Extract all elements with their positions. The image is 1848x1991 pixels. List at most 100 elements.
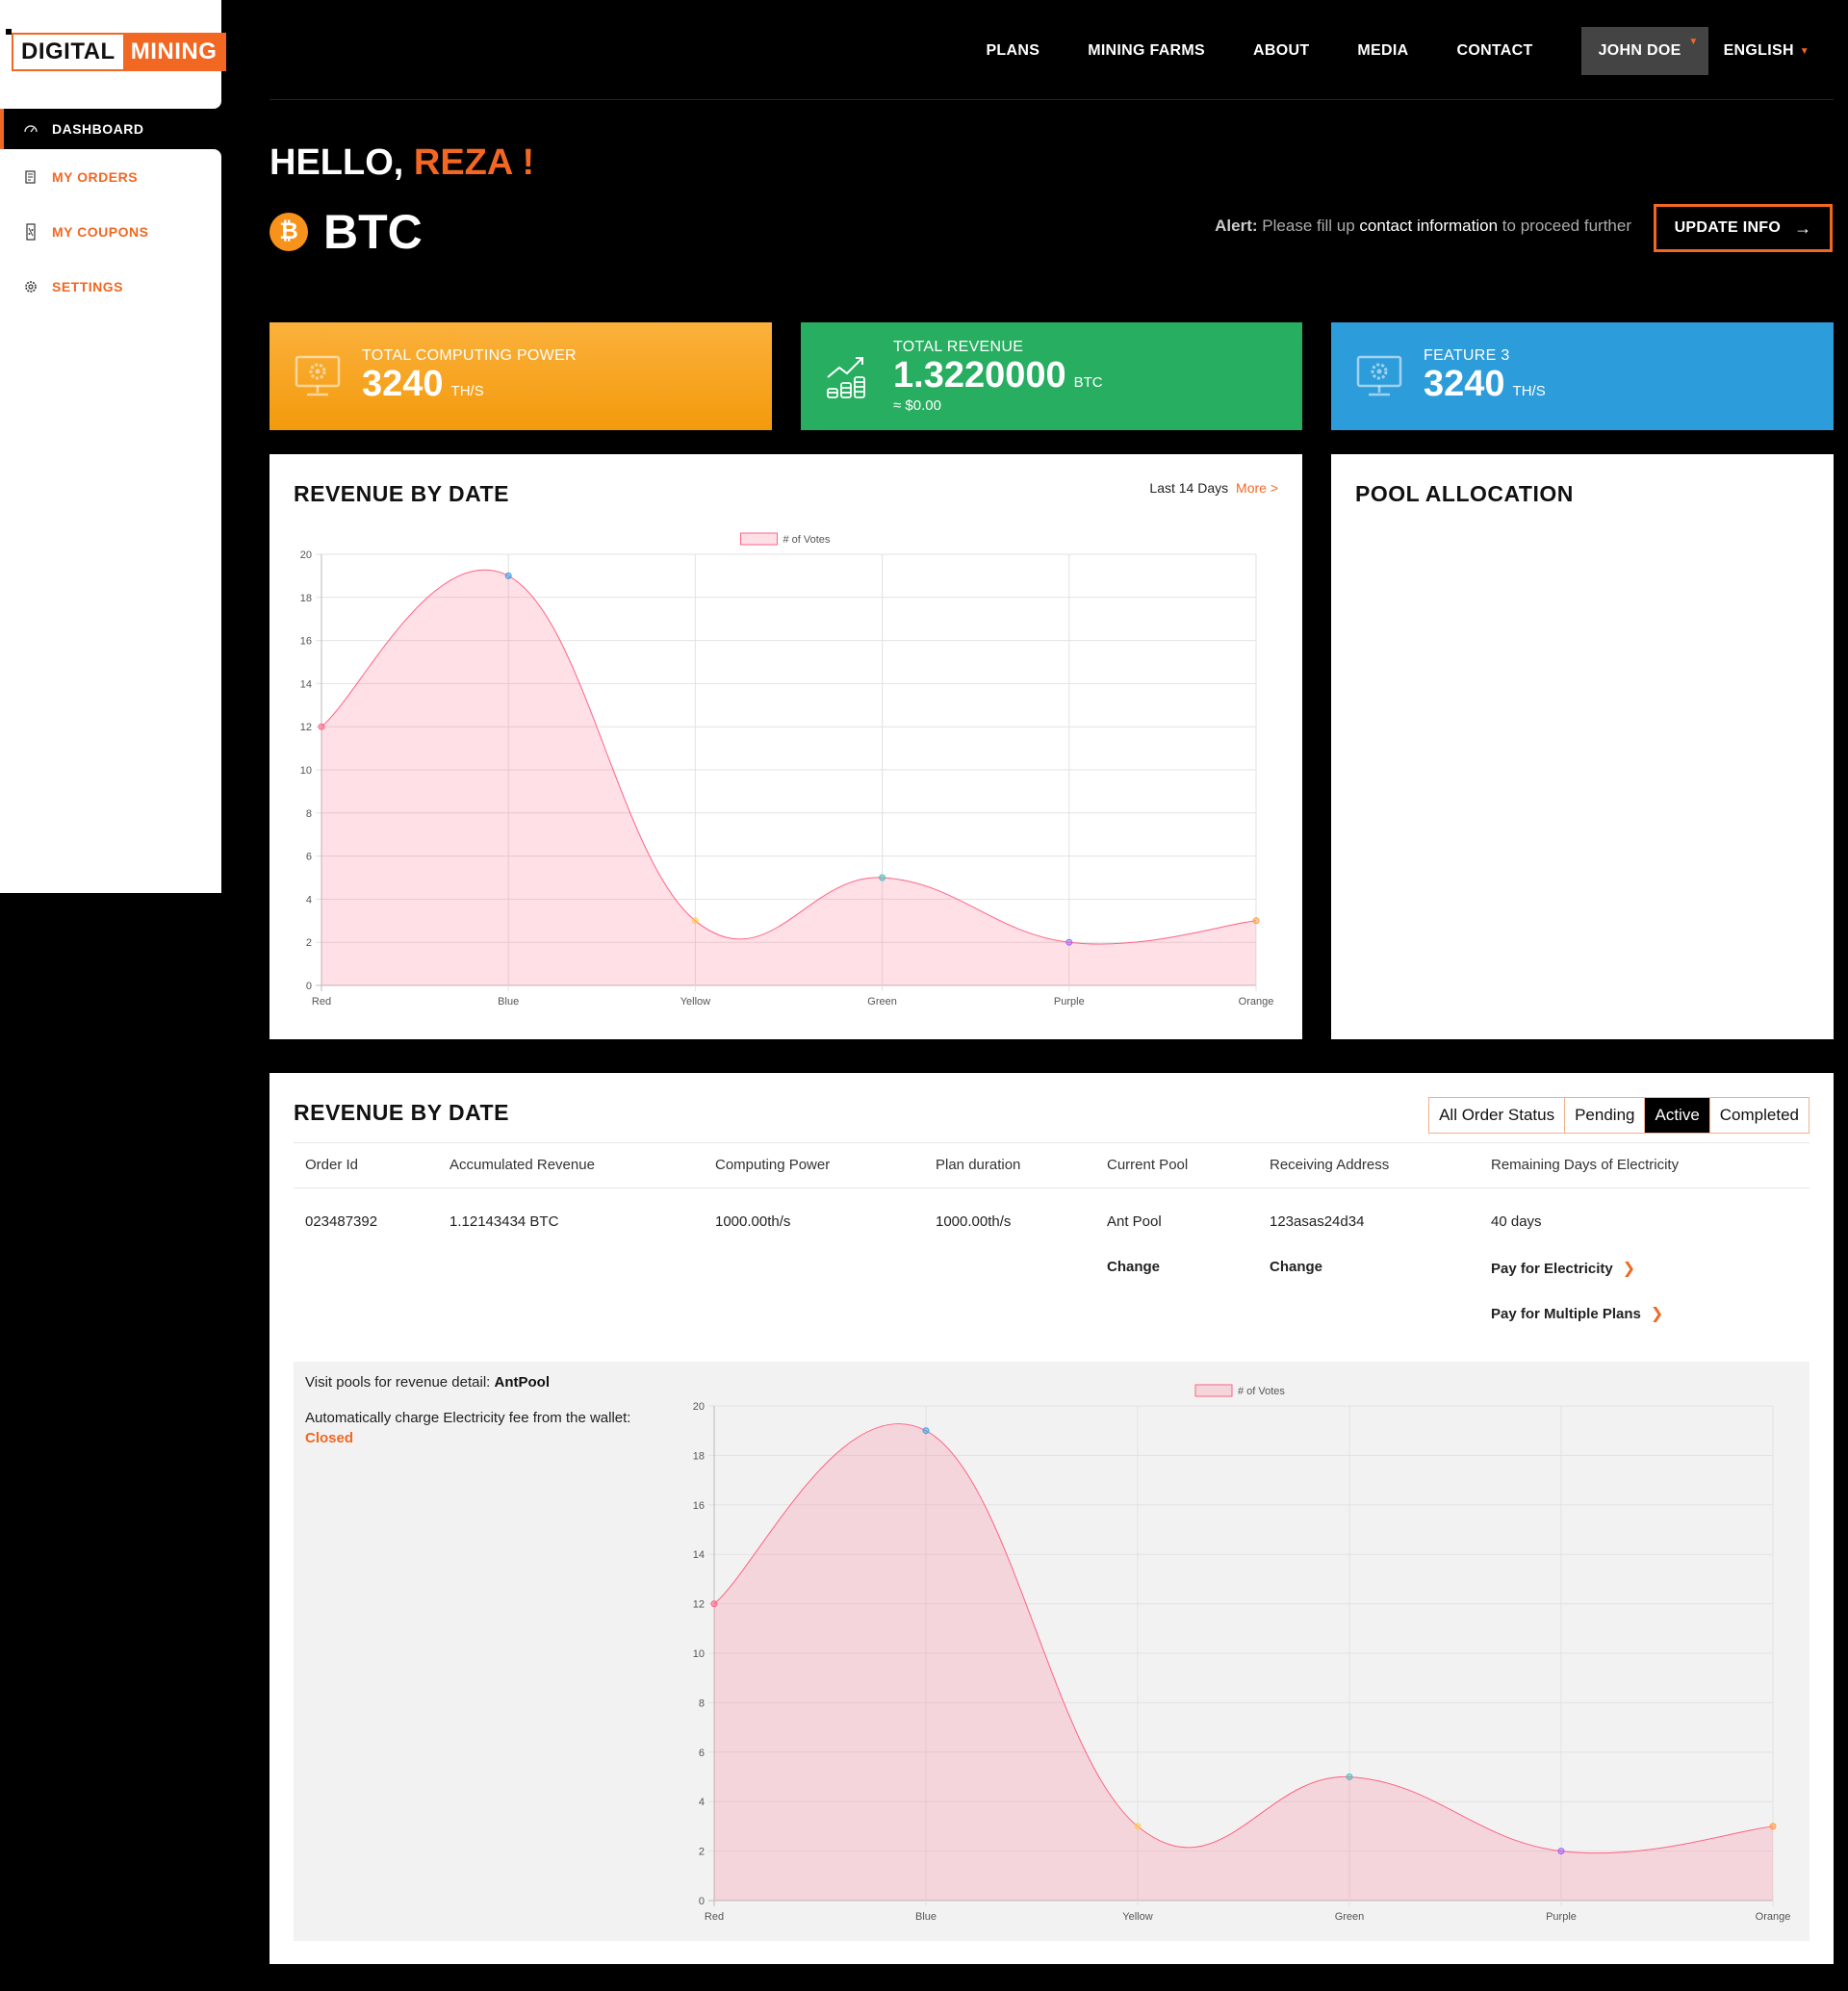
card-value-number: 3240 (1424, 364, 1505, 405)
chart-area: 0 2 4 6 8 10 12 14 16 18 20 Red Blue Yellow Green Purpl… (693, 1384, 1791, 1923)
alert-label: Alert: (1215, 217, 1258, 235)
data-point (691, 917, 699, 925)
y-tick-label: 16 (300, 636, 312, 648)
alert-text-2: to proceed further (1502, 217, 1631, 235)
series-area (321, 570, 1256, 985)
sidebar-item-label: SETTINGS (52, 278, 124, 294)
card-unit: TH/S (1512, 383, 1546, 400)
column-header: Receiving Address (1270, 1157, 1390, 1173)
nav-contact[interactable]: CONTACT (1456, 42, 1532, 60)
y-tick-label: 4 (306, 894, 312, 906)
card-unit: BTC (1073, 373, 1103, 391)
logo-part-1: DIGITAL (13, 35, 123, 69)
nav-mining-farms[interactable]: MINING FARMS (1088, 42, 1205, 60)
series-area (714, 1423, 1773, 1901)
legend-swatch (1194, 1384, 1233, 1397)
caret-down-icon: ▼ (1799, 45, 1810, 57)
sidebar-item-label: MY COUPONS (52, 223, 149, 240)
table-header: Order Id Accumulated Revenue Computing P… (294, 1142, 1810, 1188)
panel-title: POOL ALLOCATION (1355, 481, 1574, 506)
nav-about[interactable]: ABOUT (1253, 42, 1309, 60)
tab-all-order-status[interactable]: All Order Status (1429, 1098, 1566, 1133)
tab-pending[interactable]: Pending (1565, 1098, 1646, 1133)
coin-selector: ₿ BTC (270, 204, 423, 260)
order-detail: Visit pools for revenue detail: AntPool … (294, 1362, 1810, 1941)
logo-part-2: MINING (122, 35, 225, 69)
coin-name: BTC (323, 205, 423, 259)
tab-completed[interactable]: Completed (1710, 1098, 1809, 1133)
bitcoin-icon: ₿ (270, 213, 308, 251)
card-value: 1.3220000 BTC (893, 354, 1103, 396)
legend-label: # of Votes (1238, 1386, 1285, 1397)
pay-multiple-plans-link[interactable]: Pay for Multiple Plans ❯ (1491, 1304, 1663, 1323)
contact-information-link[interactable]: contact information (1359, 217, 1498, 235)
user-menu-button[interactable]: JOHN DOE ▼ (1580, 27, 1708, 75)
change-pool-link[interactable]: Change (1107, 1259, 1160, 1275)
gear-icon (21, 277, 40, 296)
monitor-gear-icon (291, 349, 345, 403)
update-info-button[interactable]: UPDATE INFO → (1654, 204, 1833, 252)
x-tick-label: Yellow (1122, 1911, 1152, 1923)
data-point (710, 1600, 718, 1608)
nav-media[interactable]: MEDIA (1357, 42, 1408, 60)
pay-multiple-label: Pay for Multiple Plans (1491, 1306, 1641, 1322)
y-tick-label: 10 (693, 1648, 705, 1660)
column-header: Plan duration (936, 1157, 1021, 1173)
monitor-gear-icon (1352, 349, 1406, 403)
nav-plans[interactable]: PLANS (986, 42, 1040, 60)
chart-area: 0 2 4 6 8 10 12 14 16 18 20 Red Blue Yellow Green Purpl… (300, 532, 1273, 1008)
y-tick-label: 2 (306, 937, 312, 949)
y-tick-label: 12 (693, 1599, 705, 1611)
change-address-link[interactable]: Change (1270, 1259, 1322, 1275)
legend-swatch (740, 532, 778, 546)
sidebar-item-settings[interactable]: SETTINGS (0, 259, 221, 314)
logo-box: DIGITAL MINING (0, 0, 227, 109)
x-tick-label: Yellow (680, 996, 710, 1008)
greeting: HELLO, REZA ! (270, 142, 534, 184)
y-tick-label: 0 (699, 1896, 705, 1907)
card-label: TOTAL REVENUE (893, 338, 1024, 355)
top-navigation: PLANS MINING FARMS ABOUT MEDIA CONTACT J… (937, 27, 1810, 75)
orders-table: Order Id Accumulated Revenue Computing P… (294, 1142, 1810, 1371)
brand-logo[interactable]: DIGITAL MINING (6, 29, 227, 71)
language-selector[interactable]: ENGLISH ▼ (1724, 42, 1810, 60)
data-point (1252, 917, 1260, 925)
data-point (879, 874, 886, 881)
sidebar-item-dashboard[interactable]: DASHBOARD (0, 109, 221, 149)
column-header: Accumulated Revenue (449, 1157, 595, 1173)
x-tick-label: Green (867, 996, 897, 1008)
y-tick-label: 8 (699, 1697, 705, 1709)
orders-icon (21, 167, 40, 187)
plan-duration: 1000.00th/s (936, 1213, 1012, 1230)
user-name: JOHN DOE (1598, 42, 1681, 59)
pay-electricity-link[interactable]: Pay for Electricity ❯ (1491, 1259, 1635, 1278)
receiving-address: 123asas24d34 (1270, 1213, 1365, 1230)
x-tick-label: Purple (1054, 996, 1085, 1008)
tab-active[interactable]: Active (1645, 1098, 1710, 1133)
orders-panel: REVENUE BY DATE All Order Status Pending… (270, 1073, 1834, 1964)
current-pool: Ant Pool (1107, 1213, 1162, 1230)
sidebar-item-orders[interactable]: MY ORDERS (0, 149, 221, 204)
revenue-by-date-panel: REVENUE BY DATE Last 14 Days More > 0246… (270, 454, 1302, 1039)
caret-down-icon: ▼ (1688, 37, 1699, 47)
data-point (318, 723, 325, 730)
y-tick-label: 18 (300, 593, 312, 604)
x-tick-label: Orange (1756, 1911, 1791, 1923)
y-tick-label: 16 (693, 1500, 705, 1512)
pay-electricity-label: Pay for Electricity (1491, 1261, 1613, 1277)
dashboard-icon (21, 119, 40, 139)
x-tick-label: Purple (1546, 1911, 1577, 1923)
card-label: TOTAL COMPUTING POWER (362, 347, 577, 365)
logo-dot (6, 29, 12, 35)
card-value-number: 1.3220000 (893, 354, 1066, 396)
update-info-label: UPDATE INFO (1674, 219, 1782, 236)
card-value-number: 3240 (362, 364, 444, 405)
y-tick-label: 20 (693, 1401, 705, 1413)
data-point (1134, 1823, 1142, 1830)
column-header: Remaining Days of Electricity (1491, 1157, 1680, 1173)
column-header: Current Pool (1107, 1157, 1189, 1173)
sidebar-menu: MY ORDERS MY COUPONS SETTINGS (0, 149, 221, 893)
sidebar-item-coupons[interactable]: MY COUPONS (0, 204, 221, 259)
data-point (1065, 938, 1073, 946)
y-tick-label: 4 (699, 1797, 705, 1808)
